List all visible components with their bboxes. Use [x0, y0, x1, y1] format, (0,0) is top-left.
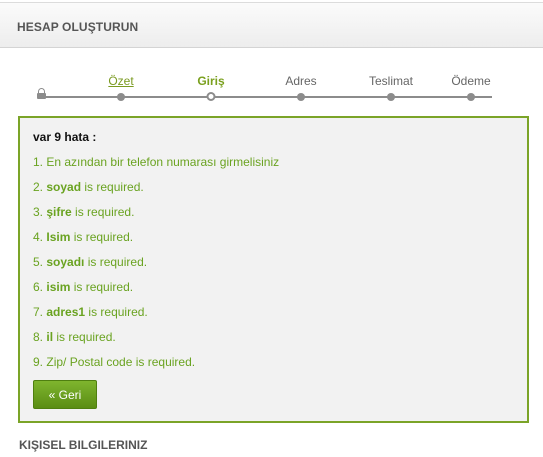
step-teslimat-label: Teslimat — [368, 74, 414, 88]
error-message: is required. — [70, 230, 134, 244]
step-teslimat-dot — [387, 93, 395, 101]
error-message: is required. — [70, 280, 134, 294]
lock-icon — [37, 88, 46, 99]
error-message: is required. — [85, 305, 148, 319]
page-header: HESAP OLUŞTURUN — [0, 2, 543, 48]
error-item: 9. Zip/ Postal code is required. — [33, 355, 195, 369]
step-adres-label: Adres — [285, 74, 317, 88]
step-ozet-dot — [117, 93, 125, 101]
error-number: 5. — [33, 255, 44, 269]
error-item: 2. soyad is required. — [33, 180, 144, 194]
error-field: şifre — [46, 205, 72, 219]
error-field: adres1 — [46, 305, 86, 319]
error-number: 7. — [33, 305, 44, 319]
error-message: En azından bir telefon numarası girmelis… — [46, 155, 280, 169]
error-field: Isim — [46, 230, 71, 244]
error-item: 6. isim is required. — [33, 280, 133, 294]
error-message: Zip/ Postal code is required. — [46, 355, 196, 369]
step-giris-dot — [206, 92, 216, 101]
checkout-progress: Özet Giriş Adres Teslimat Ödeme — [0, 60, 543, 110]
step-odeme-dot — [467, 93, 475, 101]
step-ozet-link[interactable]: Özet — [108, 74, 133, 88]
error-item: 5. soyadı is required. — [33, 255, 147, 269]
error-message: is required. — [81, 180, 144, 194]
error-item: 8. il is required. — [33, 330, 116, 344]
step-adres-dot — [297, 93, 305, 101]
error-item: 7. adres1 is required. — [33, 305, 148, 319]
error-number: 9. — [33, 355, 44, 369]
error-number: 8. — [33, 330, 44, 344]
error-field: isim — [46, 280, 71, 294]
error-number: 3. — [33, 205, 44, 219]
error-number: 1. — [33, 155, 44, 169]
back-button[interactable]: « Geri — [33, 380, 97, 409]
error-box: var 9 hata : 1. En azından bir telefon n… — [18, 116, 529, 423]
section-title: KIŞISEL BILGILERINIZ — [19, 438, 148, 452]
error-message: is required. — [71, 205, 135, 219]
error-number: 6. — [33, 280, 44, 294]
step-odeme-label: Ödeme — [451, 74, 491, 88]
error-number: 2. — [33, 180, 44, 194]
error-number: 4. — [33, 230, 44, 244]
step-giris-label: Giriş — [197, 74, 225, 88]
error-item: 1. En azından bir telefon numarası girme… — [33, 155, 279, 169]
error-message: is required. — [53, 330, 116, 344]
error-item: 3. şifre is required. — [33, 205, 134, 219]
page-title: HESAP OLUŞTURUN — [17, 20, 139, 34]
progress-track — [42, 96, 492, 98]
error-field: soyad — [46, 180, 82, 194]
error-title: var 9 hata : — [33, 130, 97, 144]
error-field: soyadı — [46, 255, 85, 269]
error-item: 4. Isim is required. — [33, 230, 133, 244]
error-message: is required. — [84, 255, 148, 269]
